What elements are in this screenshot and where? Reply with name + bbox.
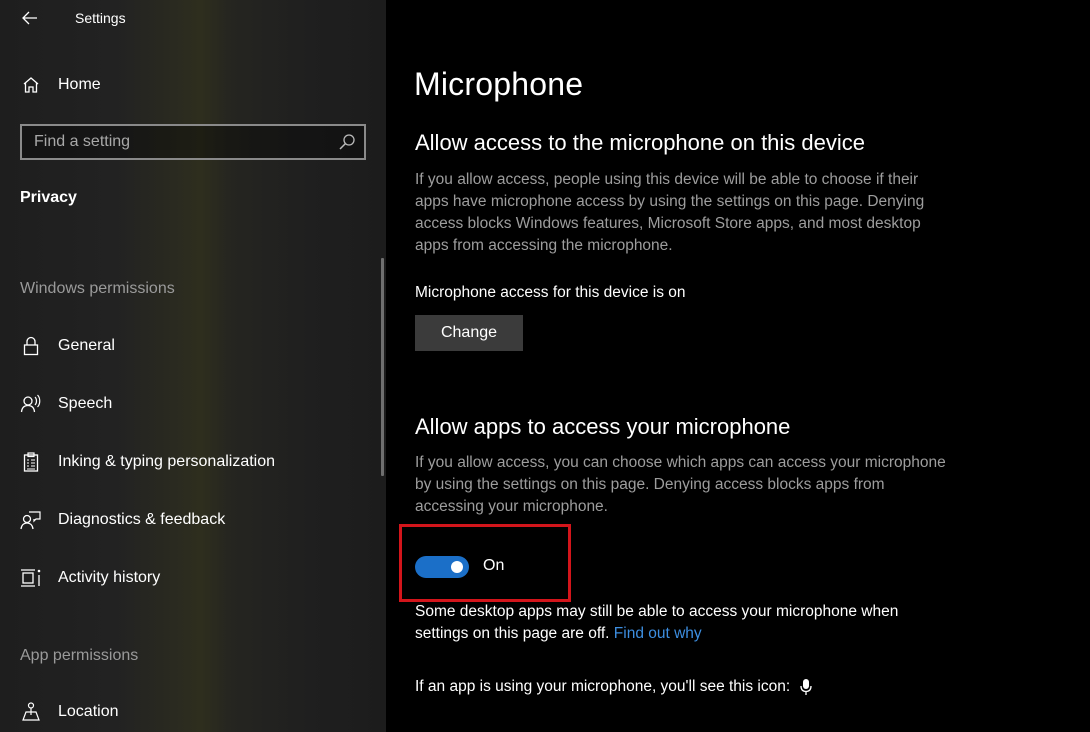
nav-general[interactable]: General — [0, 326, 370, 366]
nav-home[interactable]: Home — [0, 65, 370, 105]
group-header-windows-permissions: Windows permissions — [20, 280, 175, 297]
search-box[interactable] — [20, 124, 366, 160]
sidebar-scrollbar[interactable] — [381, 258, 384, 476]
microphone-icon — [800, 678, 813, 695]
speech-icon — [20, 393, 42, 415]
mic-icon-note: If an app is using your microphone, you'… — [415, 676, 813, 698]
device-access-heading: Allow access to the microphone on this d… — [415, 130, 866, 155]
nav-diagnostics-feedback[interactable]: Diagnostics & feedback — [0, 500, 370, 540]
search-input[interactable] — [34, 133, 334, 151]
nav-inking-typing[interactable]: Inking & typing personalization — [0, 442, 370, 482]
mic-icon-note-text: If an app is using your microphone, you'… — [415, 678, 791, 695]
find-out-why-link[interactable]: Find out why — [614, 625, 702, 642]
clipboard-icon — [20, 451, 42, 473]
toggle-knob — [451, 561, 463, 573]
apps-access-heading: Allow apps to access your microphone — [415, 414, 791, 439]
desktop-apps-note: Some desktop apps may still be able to a… — [415, 601, 955, 645]
apps-access-toggle[interactable] — [415, 556, 469, 578]
app-title: Settings — [75, 10, 126, 26]
nav-location[interactable]: Location — [0, 692, 370, 732]
device-access-description: If you allow access, people using this d… — [415, 171, 925, 254]
apps-access-toggle-label: On — [483, 557, 505, 574]
apps-access-description: If you allow access, you can choose whic… — [415, 454, 946, 515]
group-header-app-permissions: App permissions — [20, 647, 139, 664]
nav-speech-label: Speech — [58, 395, 113, 412]
nav-general-label: General — [58, 337, 115, 354]
device-access-status: Microphone access for this device is on — [415, 284, 686, 301]
nav-location-label: Location — [58, 703, 119, 720]
current-section-title: Privacy — [20, 189, 77, 206]
nav-speech[interactable]: Speech — [0, 384, 370, 424]
back-arrow-icon — [22, 11, 37, 25]
title-bar: Settings — [0, 0, 386, 36]
back-button[interactable] — [18, 6, 42, 30]
lock-icon — [20, 335, 42, 357]
nav-activity-history[interactable]: Activity history — [0, 558, 370, 598]
change-button[interactable]: Change — [415, 315, 523, 351]
diagnostics-icon — [20, 509, 42, 531]
sidebar: Settings Home Privacy Windows permission… — [0, 0, 386, 732]
nav-diagnostics-feedback-label: Diagnostics & feedback — [58, 511, 226, 528]
nav-inking-typing-label: Inking & typing personalization — [58, 453, 276, 470]
main-content: Microphone Allow access to the microphon… — [386, 0, 1090, 732]
page-title: Microphone — [414, 66, 584, 102]
activity-history-icon — [20, 567, 42, 589]
search-icon[interactable] — [338, 133, 356, 151]
nav-home-label: Home — [58, 76, 101, 93]
nav-activity-history-label: Activity history — [58, 569, 161, 586]
location-icon — [20, 701, 42, 723]
home-icon — [20, 74, 42, 96]
